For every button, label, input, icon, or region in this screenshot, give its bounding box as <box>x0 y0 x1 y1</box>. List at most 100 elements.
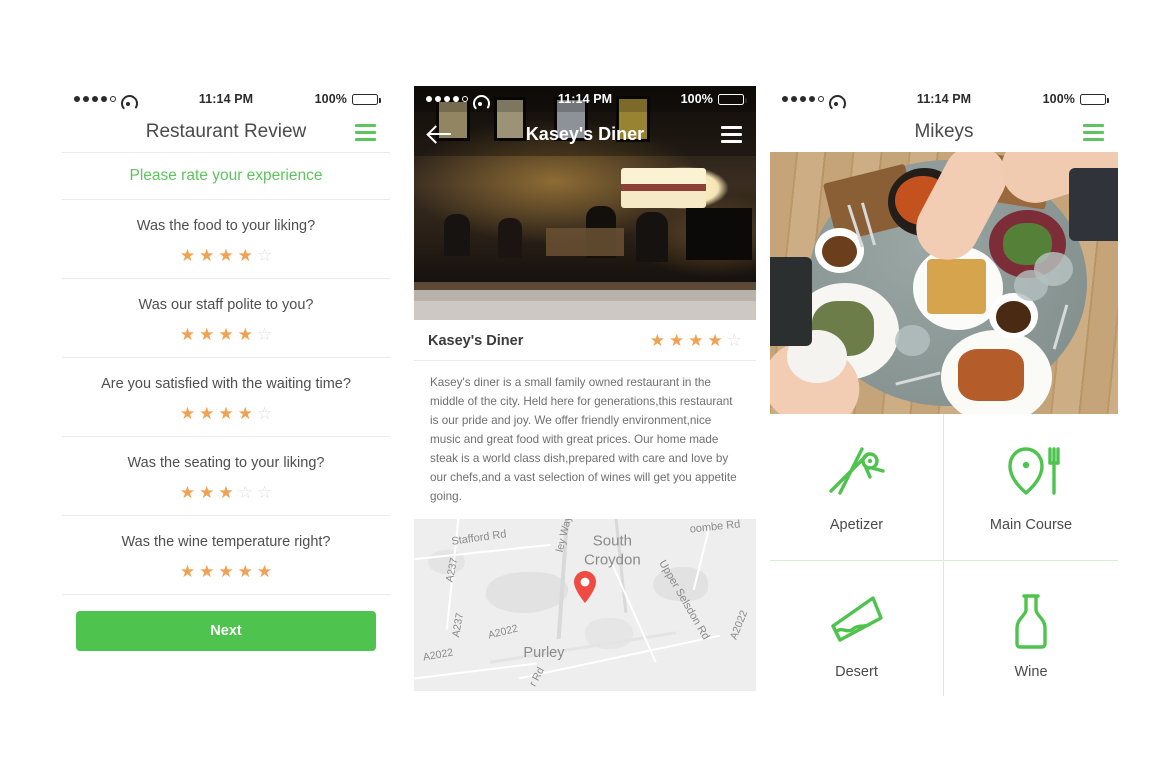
restaurant-rating-stars[interactable]: ★ ★ ★ ★ ☆ <box>650 332 742 349</box>
phone-screen-review: 11:14 PM 100% Restaurant Review Please r… <box>62 86 390 696</box>
menu-category-label: Main Course <box>989 516 1073 533</box>
map-label: South <box>592 532 632 550</box>
star-filled-icon[interactable]: ★ <box>238 563 253 580</box>
star-filled-icon[interactable]: ★ <box>708 332 723 349</box>
rating-stars[interactable]: ★ ★ ★ ☆ ☆ <box>62 484 390 501</box>
star-empty-icon[interactable]: ☆ <box>257 326 272 343</box>
battery-icon <box>718 93 747 105</box>
battery-percent-label: 100% <box>680 92 713 106</box>
plate-fork-icon <box>1000 441 1062 503</box>
star-filled-icon[interactable]: ★ <box>688 332 703 349</box>
star-filled-icon[interactable]: ★ <box>199 405 214 422</box>
star-filled-icon[interactable]: ★ <box>180 247 195 264</box>
restaurant-description: Kasey's diner is a small family owned re… <box>430 376 737 503</box>
battery-percent-label: 100% <box>1042 92 1075 106</box>
wifi-icon <box>121 94 134 106</box>
photo-coffee <box>822 235 857 268</box>
star-filled-icon[interactable]: ★ <box>238 326 253 343</box>
photo-chair <box>770 256 812 346</box>
wine-bottle-icon <box>1000 588 1062 650</box>
status-battery: 100% <box>315 92 381 106</box>
phone-screen-menu: 11:14 PM 100% Mikeys Apetizer Main Cours… <box>770 86 1118 696</box>
photo-waffle <box>926 259 986 315</box>
rating-question: Was the wine temperature right? ★ ★ ★ ★ ★ <box>62 516 390 594</box>
hamburger-icon[interactable] <box>721 125 742 143</box>
star-filled-icon[interactable]: ★ <box>218 405 233 422</box>
phone-screen-detail: 11:14 PM 100% Kasey's Diner Kasey's Dine… <box>414 86 756 696</box>
next-button[interactable]: Next <box>76 611 376 651</box>
star-filled-icon[interactable]: ★ <box>257 563 272 580</box>
whisk-icon <box>826 441 888 503</box>
star-filled-icon[interactable]: ★ <box>180 405 195 422</box>
rating-question-label: Was the food to your liking? <box>136 218 316 234</box>
status-signal <box>74 94 134 106</box>
star-filled-icon[interactable]: ★ <box>238 405 253 422</box>
star-filled-icon[interactable]: ★ <box>650 332 665 349</box>
star-empty-icon[interactable]: ☆ <box>727 332 742 349</box>
star-filled-icon[interactable]: ★ <box>199 247 214 264</box>
photo-coffee <box>996 301 1031 333</box>
star-filled-icon[interactable]: ★ <box>669 332 684 349</box>
rating-stars[interactable]: ★ ★ ★ ★ ☆ <box>62 247 390 264</box>
photo-plate-food <box>957 348 1025 401</box>
menu-category-label: Desert <box>835 663 878 680</box>
decor-counterbox <box>546 228 624 256</box>
star-filled-icon[interactable]: ★ <box>180 484 195 501</box>
rating-stars[interactable]: ★ ★ ★ ★ ★ <box>62 563 390 580</box>
rating-question: Was our staff polite to you? ★ ★ ★ ★ ☆ <box>62 279 390 357</box>
rating-question-label: Was the seating to your liking? <box>127 455 325 471</box>
star-filled-icon[interactable]: ★ <box>199 484 214 501</box>
rating-question: Are you satisfied with the waiting time?… <box>62 358 390 436</box>
star-filled-icon[interactable]: ★ <box>199 563 214 580</box>
star-empty-icon[interactable]: ☆ <box>257 405 272 422</box>
battery-icon <box>352 93 381 105</box>
rating-question: Was the seating to your liking? ★ ★ ★ ☆ ☆ <box>62 437 390 515</box>
star-filled-icon[interactable]: ★ <box>199 326 214 343</box>
status-bar: 11:14 PM 100% <box>62 86 390 112</box>
status-signal <box>426 94 486 106</box>
star-filled-icon[interactable]: ★ <box>218 484 233 501</box>
menu-category-main-course[interactable]: Main Course <box>944 414 1118 561</box>
divider <box>62 594 390 595</box>
restaurant-hero-photo: 11:14 PM 100% Kasey's Diner <box>414 86 756 320</box>
hamburger-icon[interactable] <box>355 123 376 141</box>
star-empty-icon[interactable]: ☆ <box>257 484 272 501</box>
star-filled-icon[interactable]: ★ <box>218 247 233 264</box>
decor-silhouette <box>636 212 668 262</box>
hamburger-icon[interactable] <box>1083 123 1104 141</box>
rating-question-list: Was the food to your liking? ★ ★ ★ ★ ☆ Was our… <box>62 200 390 595</box>
rating-stars[interactable]: ★ ★ ★ ★ ☆ <box>62 326 390 343</box>
map-pin-icon[interactable] <box>572 570 598 604</box>
star-filled-icon[interactable]: ★ <box>218 563 233 580</box>
star-filled-icon[interactable]: ★ <box>180 326 195 343</box>
status-signal <box>782 94 842 106</box>
star-filled-icon[interactable]: ★ <box>180 563 195 580</box>
screenshot-canvas: 11:14 PM 100% Restaurant Review Please r… <box>0 0 1170 780</box>
star-empty-icon[interactable]: ☆ <box>257 247 272 264</box>
decor-silhouette <box>444 214 470 256</box>
restaurant-summary-row: Kasey's Diner ★ ★ ★ ★ ☆ <box>414 320 756 360</box>
menu-category-grid: Apetizer Main Course Desert Wine <box>770 414 1118 696</box>
menu-category-wine[interactable]: Wine <box>944 561 1118 697</box>
star-filled-icon[interactable]: ★ <box>238 247 253 264</box>
signal-dots-icon <box>74 96 116 102</box>
rating-stars[interactable]: ★ ★ ★ ★ ☆ <box>62 405 390 422</box>
rating-question-label: Was our staff polite to you? <box>138 297 314 313</box>
decor-lamp <box>621 168 706 208</box>
menu-category-label: Apetizer <box>829 516 884 533</box>
nav-bar: Restaurant Review <box>62 112 390 152</box>
menu-category-apetizer[interactable]: Apetizer <box>770 414 944 561</box>
status-bar: 11:14 PM 100% <box>414 86 756 112</box>
nav-bar: Mikeys <box>770 112 1118 152</box>
food-hero-photo <box>770 152 1118 414</box>
menu-category-desert[interactable]: Desert <box>770 560 944 696</box>
rating-question: Was the food to your liking? ★ ★ ★ ★ ☆ <box>62 200 390 278</box>
location-map[interactable]: Stafford Rd ley Way South Croydon oombe Rd A2… <box>414 518 756 691</box>
star-empty-icon[interactable]: ☆ <box>238 484 253 501</box>
map-label: Purley <box>523 644 565 661</box>
star-filled-icon[interactable]: ★ <box>218 326 233 343</box>
back-arrow-icon[interactable] <box>428 124 452 144</box>
status-battery: 100% <box>680 92 747 106</box>
page-title: Kasey's Diner <box>525 123 645 144</box>
rating-question-label: Are you satisfied with the waiting time? <box>101 376 351 392</box>
